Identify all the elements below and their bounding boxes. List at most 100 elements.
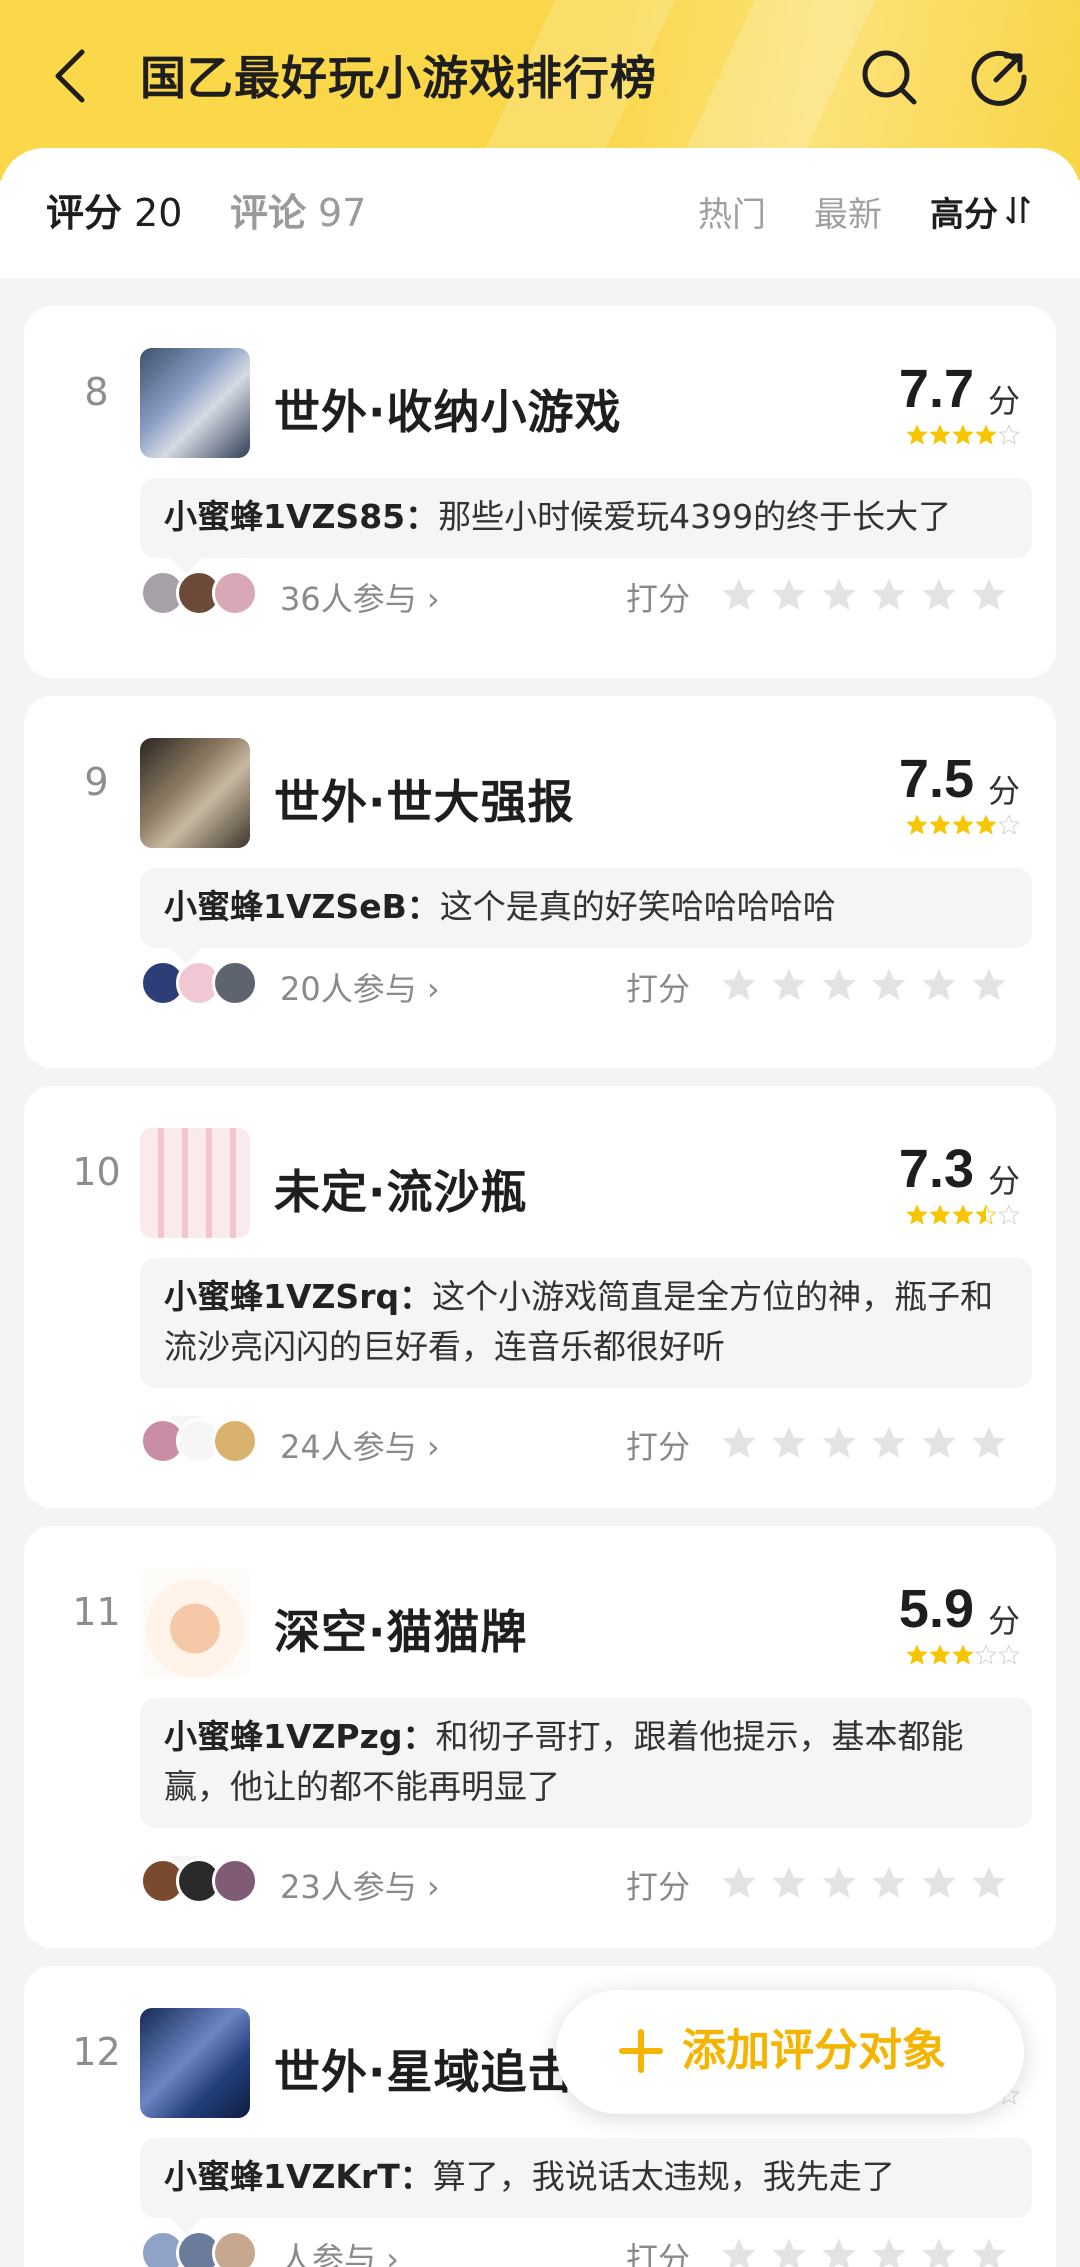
rate-star-icon[interactable] [970, 576, 1008, 614]
rate-stars-input[interactable] [720, 966, 1008, 1004]
tab-ratings[interactable]: 评分 20 [46, 188, 182, 238]
search-button[interactable] [860, 48, 920, 108]
participant-avatars[interactable] [140, 1858, 260, 1908]
rate-star-icon[interactable] [970, 2236, 1008, 2267]
rate-star-icon[interactable] [770, 576, 808, 614]
sort-high-score[interactable]: 高分 [930, 190, 998, 240]
rate-stars-input[interactable] [720, 2236, 1008, 2267]
rate-star-icon[interactable] [770, 2236, 808, 2267]
rate-star-icon[interactable] [870, 2236, 908, 2267]
rate-star-icon[interactable] [720, 966, 758, 1004]
rate-star-icon[interactable] [870, 1864, 908, 1902]
star-icon [975, 814, 997, 835]
rate-star-icon[interactable] [870, 966, 908, 1004]
game-title[interactable]: 深空·猫猫牌 [274, 1596, 527, 1662]
rate-star-icon[interactable] [720, 1424, 758, 1462]
share-button[interactable] [968, 46, 1030, 108]
game-thumbnail[interactable] [140, 738, 250, 848]
participants-link[interactable]: 36人参与 › [280, 574, 440, 620]
rate-star-icon[interactable] [920, 1864, 958, 1902]
rate-star-icon[interactable] [920, 2236, 958, 2267]
avatar [212, 960, 258, 1006]
rate-star-icon[interactable] [970, 1424, 1008, 1462]
game-title[interactable]: 世外·星域追击 [274, 2036, 574, 2102]
sort-newest[interactable]: 最新 [814, 190, 882, 240]
rate-star-icon[interactable] [720, 576, 758, 614]
game-title[interactable]: 世外·收纳小游戏 [274, 376, 621, 442]
rate-star-icon[interactable] [870, 1424, 908, 1462]
star-icon [906, 1644, 928, 1665]
star-icon [952, 814, 974, 835]
average-rating-stars [906, 1204, 1020, 1226]
rate-star-icon[interactable] [720, 2236, 758, 2267]
top-comment[interactable]: 小蜜蜂1VZS85：那些小时候爱玩4399的终于长大了 [140, 478, 1032, 558]
rate-label: 打分 [626, 1428, 691, 1466]
participants-link[interactable]: 20人参与 › [280, 964, 440, 1010]
ranking-card[interactable]: 10 未定·流沙瓶 7.3 分 小蜜蜂1VZSrq：这个小游戏简直是全方位的神，… [24, 1086, 1056, 1508]
rate-star-icon[interactable] [970, 966, 1008, 1004]
top-comment[interactable]: 小蜜蜂1VZSeB：这个是真的好笑哈哈哈哈哈 [140, 868, 1032, 948]
rate-star-icon[interactable] [820, 2236, 858, 2267]
rate-star-icon[interactable] [770, 1424, 808, 1462]
rate-star-icon[interactable] [920, 1424, 958, 1462]
score-value: 5.9 [898, 1579, 974, 1639]
game-thumbnail[interactable] [140, 1128, 250, 1238]
top-comment[interactable]: 小蜜蜂1VZPzg：和彻子哥打，跟着他提示，基本都能赢，他让的都不能再明显了 [140, 1698, 1032, 1828]
rate-star-icon[interactable] [820, 576, 858, 614]
rate-star-icon[interactable] [920, 966, 958, 1004]
chevron-right-icon: › [426, 1428, 440, 1466]
rate-star-icon[interactable] [820, 966, 858, 1004]
ranking-card[interactable]: 9 世外·世大强报 7.5 分 小蜜蜂1VZSeB：这个是真的好笑哈哈哈哈哈 2… [24, 696, 1056, 1068]
top-comment[interactable]: 小蜜蜂1VZSrq：这个小游戏简直是全方位的神，瓶子和流沙亮闪闪的巨好看，连音乐… [140, 1258, 1032, 1388]
ranking-card[interactable]: 8 世外·收纳小游戏 7.7 分 小蜜蜂1VZS85：那些小时候爱玩4399的终… [24, 306, 1056, 678]
game-title[interactable]: 未定·流沙瓶 [274, 1156, 527, 1222]
top-comment[interactable]: 小蜜蜂1VZKrT：算了，我说话太违规，我先走了 [140, 2138, 1032, 2218]
game-thumbnail[interactable] [140, 1568, 250, 1678]
rate-star-icon[interactable] [970, 1864, 1008, 1902]
participants-count: 23人参与 [280, 1868, 417, 1906]
rate-stars-input[interactable] [720, 576, 1008, 614]
page-title: 国乙最好玩小游戏排行榜 [140, 51, 657, 105]
search-icon [862, 50, 917, 105]
score-value: 7.3 [898, 1139, 974, 1199]
star-icon [906, 814, 928, 835]
participant-avatars[interactable] [140, 2230, 260, 2267]
sort-order-icon[interactable] [1006, 195, 1030, 225]
participant-avatars[interactable] [140, 1418, 260, 1468]
add-rating-target-label: 添加评分对象 [682, 2025, 946, 2076]
star-icon [952, 1204, 974, 1225]
back-button[interactable] [48, 46, 98, 106]
star-icon [998, 1204, 1020, 1225]
star-icon [952, 424, 974, 445]
star-icon [929, 1204, 951, 1225]
game-title[interactable]: 世外·世大强报 [274, 766, 574, 832]
star-icon [975, 1204, 997, 1225]
average-rating-stars [906, 814, 1020, 836]
rate-star-icon[interactable] [870, 576, 908, 614]
rate-label: 打分 [626, 2240, 691, 2267]
rate-stars-input[interactable] [720, 1864, 1008, 1902]
avatar [212, 2230, 258, 2267]
game-thumbnail[interactable] [140, 2008, 250, 2118]
rate-star-icon[interactable] [820, 1424, 858, 1462]
add-rating-target-button[interactable]: 添加评分对象 [556, 1990, 1024, 2114]
rate-star-icon[interactable] [720, 1864, 758, 1902]
tab-comments[interactable]: 评论 97 [230, 188, 366, 238]
star-icon [906, 1204, 928, 1225]
rate-star-icon[interactable] [770, 1864, 808, 1902]
participant-avatars[interactable] [140, 570, 260, 620]
sort-hot[interactable]: 热门 [698, 190, 766, 240]
tabs-bar: 评分 20 评论 97 热门 最新 高分 [0, 148, 1080, 278]
ranking-card[interactable]: 11 深空·猫猫牌 5.9 分 小蜜蜂1VZPzg：和彻子哥打，跟着他提示，基本… [24, 1526, 1056, 1948]
rate-star-icon[interactable] [820, 1864, 858, 1902]
participant-avatars[interactable] [140, 960, 260, 1010]
avatar [212, 1858, 258, 1904]
participants-link[interactable]: 24人参与 › [280, 1422, 440, 1468]
rate-star-icon[interactable] [770, 966, 808, 1004]
rate-star-icon[interactable] [920, 576, 958, 614]
participants-link[interactable]: 人参与 › [280, 2234, 399, 2267]
rate-stars-input[interactable] [720, 1424, 1008, 1462]
chevron-right-icon: › [426, 580, 440, 618]
participants-link[interactable]: 23人参与 › [280, 1862, 440, 1908]
game-thumbnail[interactable] [140, 348, 250, 458]
